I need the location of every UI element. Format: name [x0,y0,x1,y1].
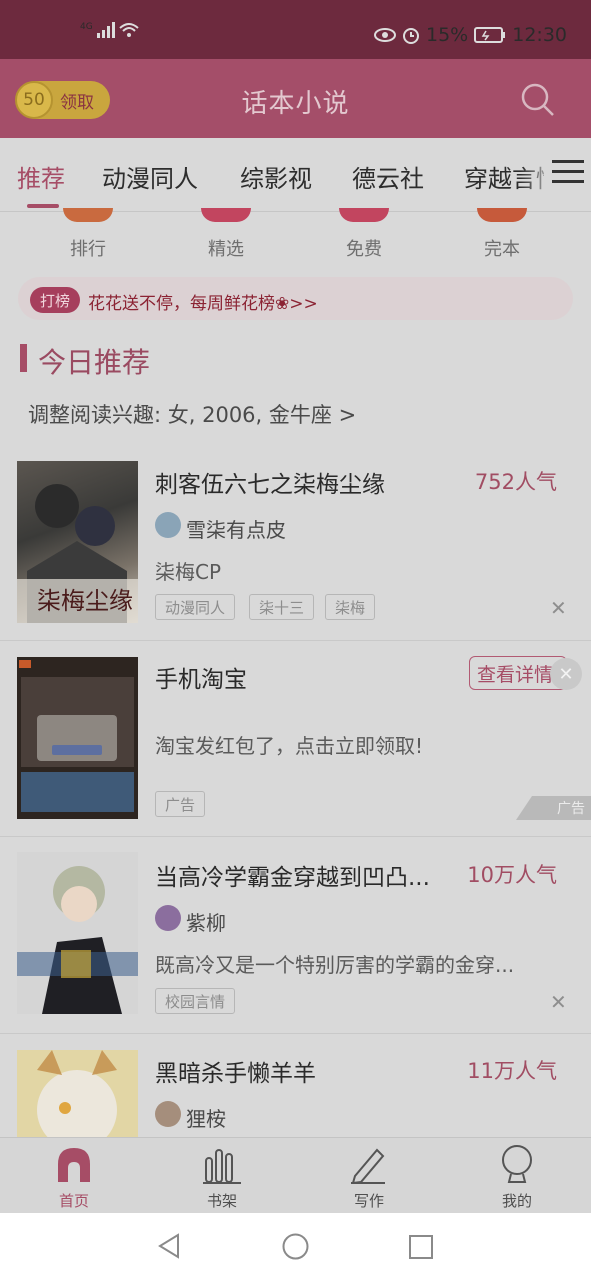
tag-chip[interactable]: 校园言情 [155,988,236,1014]
ad-close-button[interactable]: ✕ [550,658,582,690]
tag-chip[interactable]: 柒梅 [325,594,376,620]
profile-icon[interactable] [499,1144,535,1184]
back-icon[interactable] [157,1233,181,1263]
battery-icon [474,27,506,43]
category-featured[interactable]: 精选 [186,235,266,261]
home-circle-icon[interactable] [282,1233,309,1264]
tab-active-indicator [27,204,59,208]
category-ranking[interactable]: 排行 [48,235,128,261]
app-title: 话本小说 [241,89,350,119]
divider [0,1033,591,1034]
author-avatar [155,512,181,538]
author-name[interactable]: 狸桉 [186,1103,226,1132]
divider [0,640,591,641]
section-title: 今日推荐 [38,346,151,379]
nav-home[interactable]: 首页 [44,1190,104,1211]
ad-badge: 广告 [516,796,591,820]
author-avatar [155,905,181,931]
book-desc: 柒梅CP [155,560,222,584]
battery-percent: 15% [426,24,469,46]
eye-icon [374,28,396,42]
menu-icon[interactable] [552,160,584,190]
banner-tag: 打榜 [30,287,80,313]
popularity: 752人气 [474,470,557,494]
free-icon[interactable] [339,208,389,222]
recents-icon[interactable] [409,1235,433,1263]
tab-recommend[interactable]: 推荐 [17,159,65,194]
search-icon [521,83,554,116]
book-cover[interactable]: 柒梅尘缘 [17,461,138,623]
nav-me[interactable]: 我的 [487,1190,547,1211]
nav-bookshelf[interactable]: 书架 [192,1190,252,1211]
ad-image[interactable] [17,657,138,819]
ad-tag: 广告 [155,791,206,817]
tag-chip[interactable]: 柒十三 [249,594,315,620]
adjust-interest-link[interactable]: 调整阅读兴趣: 女, 2006, 金牛座 > [28,399,356,429]
ad-desc: 淘宝发红包了，点击立即领取! [155,734,424,758]
signal-icon: 4G [80,22,139,38]
category-free[interactable]: 免费 [324,235,404,261]
author-avatar [155,1101,181,1127]
pencil-icon[interactable] [349,1146,387,1185]
tag-chip[interactable]: 动漫同人 [155,594,236,620]
section-accent-bar [20,344,27,372]
ad-badge-label: 广告 [557,801,585,817]
ranking-icon[interactable] [63,208,113,222]
ad-title[interactable]: 手机淘宝 [155,660,247,694]
popularity: 11万人气 [467,1059,557,1083]
completed-icon[interactable] [477,208,527,222]
banner-text[interactable]: 花花送不停，每周鲜花榜❀>> [88,289,318,314]
tab-anime[interactable]: 动漫同人 [102,159,198,194]
book-desc: 既高冷又是一个特别厉害的学霸的金穿... [155,953,515,977]
author-name[interactable]: 紫柳 [186,907,226,936]
tab-deyunshe[interactable]: 德云社 [352,159,424,194]
book-title[interactable]: 刺客伍六七之柒梅尘缘 [155,465,385,499]
home-icon[interactable] [56,1146,92,1184]
clock: 12:30 [512,24,567,46]
bookshelf-icon[interactable] [203,1148,241,1184]
wifi-icon [119,23,139,37]
book-cover[interactable] [17,1050,138,1137]
book-cover[interactable] [17,852,138,1014]
alarm-icon [403,28,419,44]
divider [0,836,591,837]
featured-icon[interactable] [201,208,251,222]
network-type: 4G [80,22,93,32]
author-name[interactable]: 雪柒有点皮 [186,514,286,543]
search-button[interactable] [518,80,558,120]
nav-write[interactable]: 写作 [339,1190,399,1211]
book-title[interactable]: 当高冷学霸金穿越到凹凸... [155,858,430,892]
book-title[interactable]: 黑暗杀手懒羊羊 [155,1054,316,1088]
popularity: 10万人气 [467,863,557,887]
dismiss-button[interactable]: ✕ [550,596,567,620]
tab-film-tv[interactable]: 综影视 [240,159,312,194]
category-completed[interactable]: 完本 [462,235,542,261]
dismiss-button[interactable]: ✕ [550,990,567,1014]
status-right: 15% 12:30 [374,24,567,46]
cover-title: 柒梅尘缘 [37,587,133,615]
